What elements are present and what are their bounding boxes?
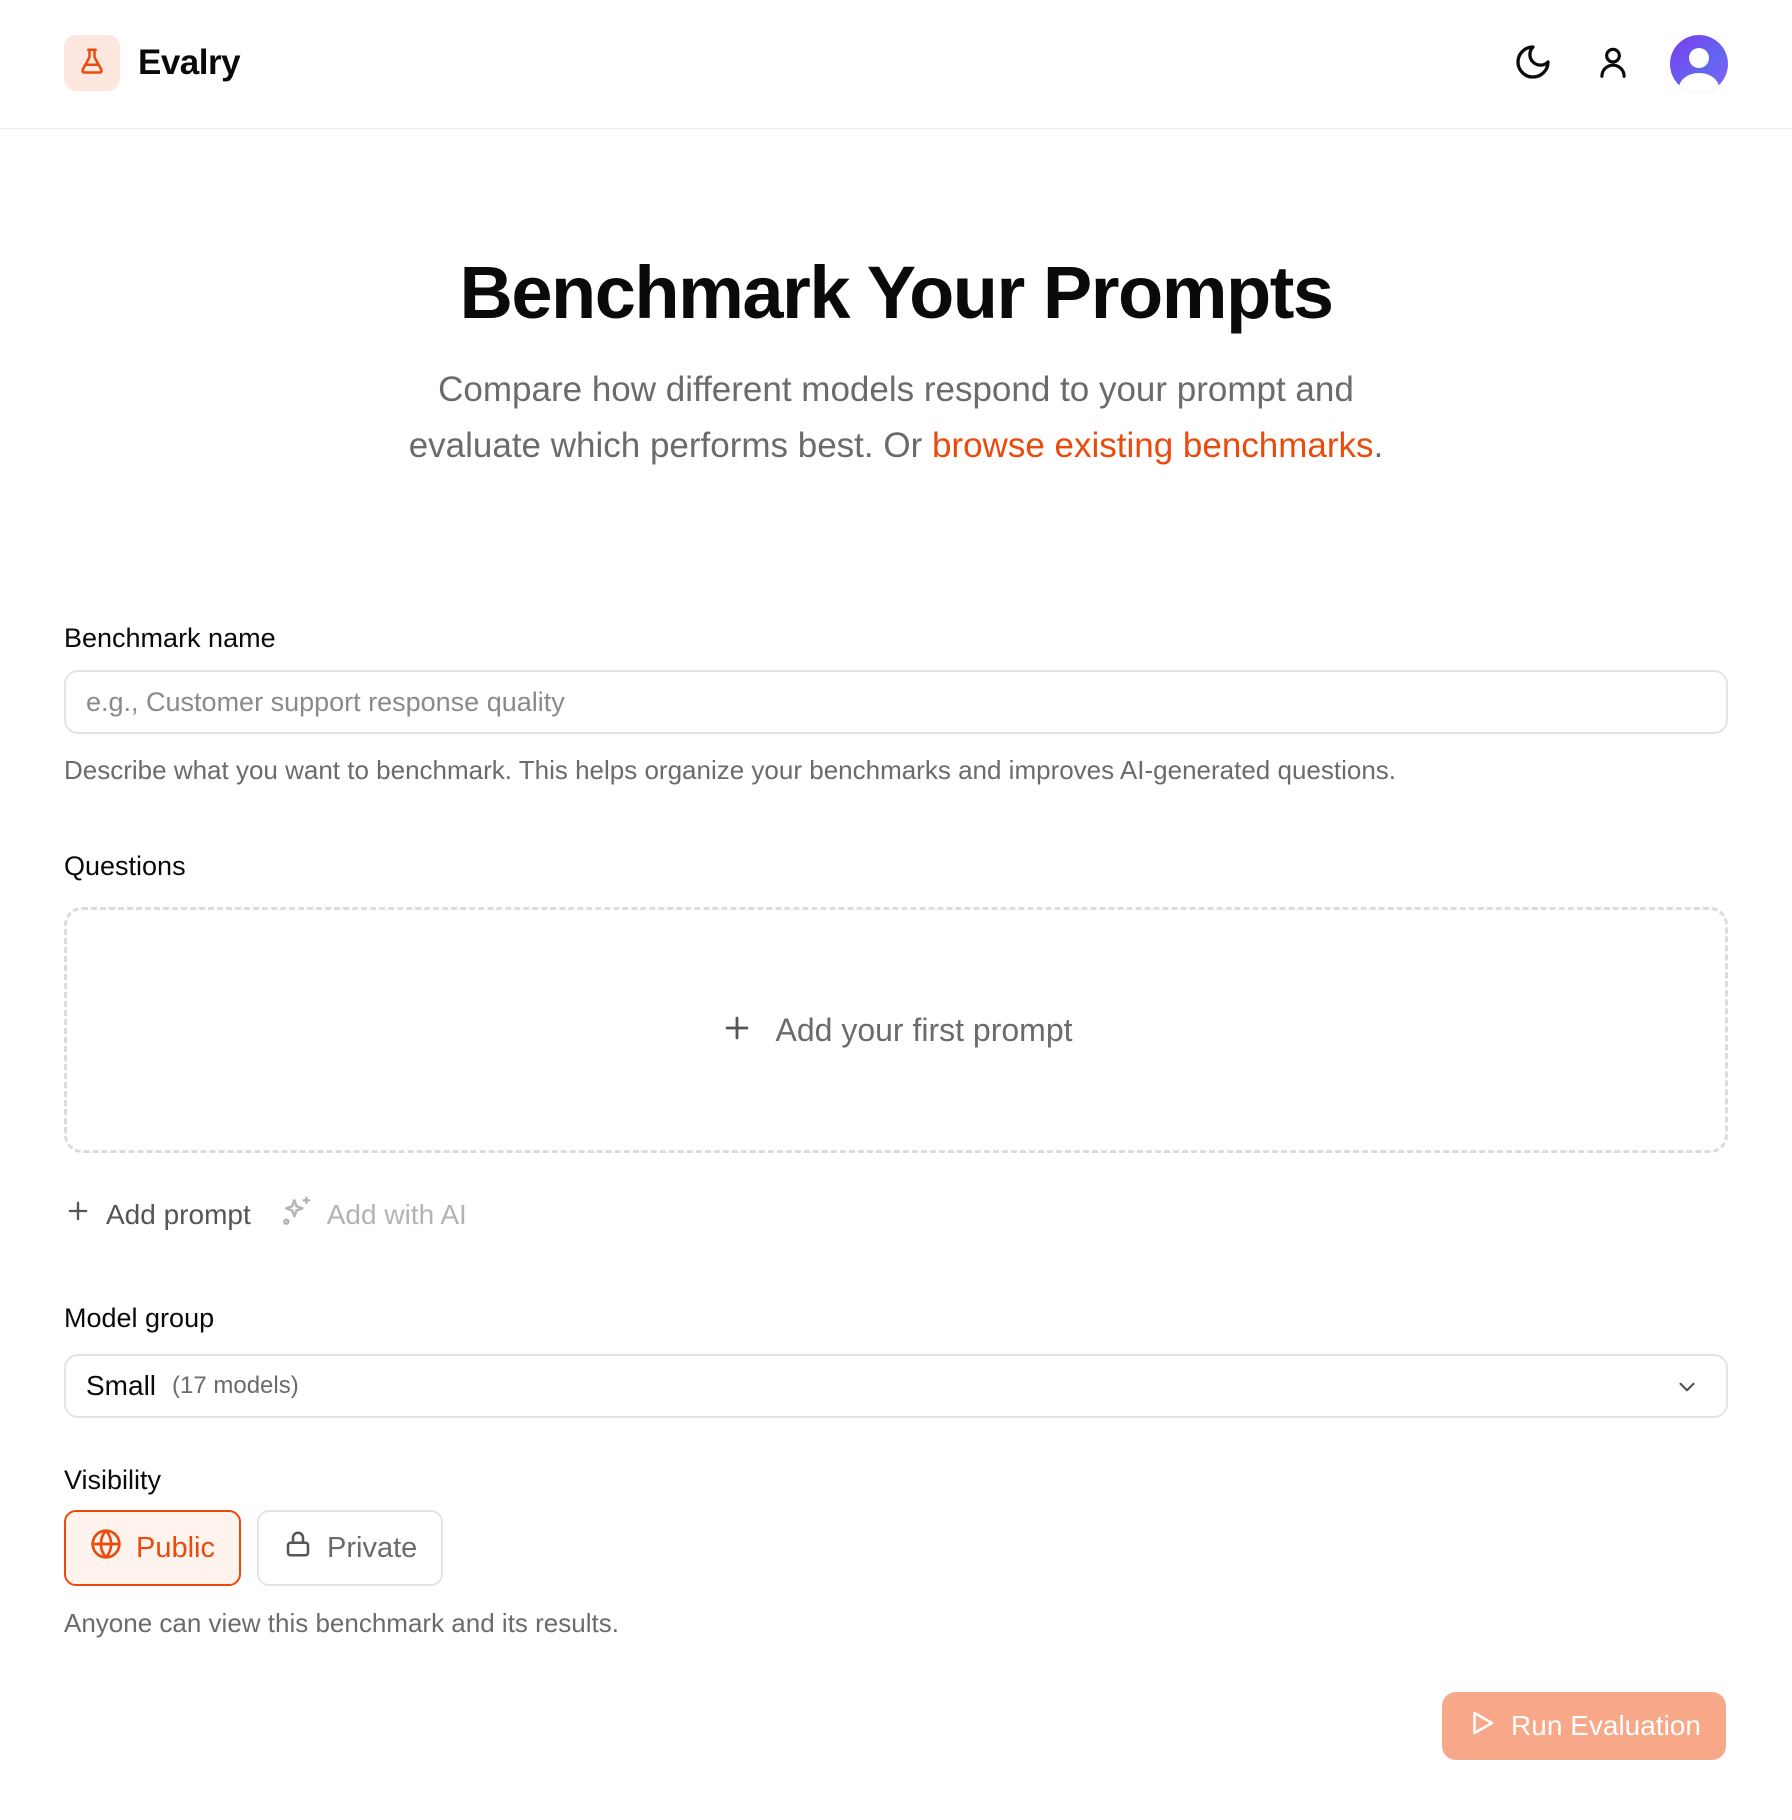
model-group-label: Model group xyxy=(64,1303,215,1333)
browse-benchmarks-link[interactable]: browse existing benchmarks xyxy=(932,426,1374,465)
header-actions xyxy=(1510,35,1728,93)
lock-icon xyxy=(283,1529,313,1567)
chevron-down-icon xyxy=(1674,1374,1700,1405)
visibility-private-button[interactable]: Private xyxy=(257,1510,444,1586)
brand[interactable]: Evalry xyxy=(64,35,241,91)
moon-icon xyxy=(1513,42,1553,87)
avatar[interactable] xyxy=(1670,35,1728,93)
user-icon xyxy=(1594,43,1632,86)
benchmark-name-help: Describe what you want to benchmark. Thi… xyxy=(64,755,1397,785)
page-subtitle: Compare how different models respond to … xyxy=(396,362,1396,474)
plus-icon xyxy=(720,1011,754,1050)
globe-icon xyxy=(90,1528,122,1568)
visibility-help: Anyone can view this benchmark and its r… xyxy=(64,1608,619,1638)
add-with-ai-label: Add with AI xyxy=(326,1198,467,1230)
add-prompt-label: Add prompt xyxy=(106,1198,251,1230)
add-prompt-button[interactable]: Add prompt xyxy=(64,1197,251,1232)
benchmark-name-field xyxy=(64,670,1728,734)
avatar-head xyxy=(1689,48,1709,68)
app-name: Evalry xyxy=(138,43,241,82)
model-group-select[interactable]: Small (17 models) xyxy=(64,1354,1728,1418)
visibility-private-label: Private xyxy=(327,1531,418,1564)
run-evaluation-label: Run Evaluation xyxy=(1511,1710,1701,1741)
add-first-prompt-text: Add your first prompt xyxy=(775,1011,1073,1048)
model-group-value: Small xyxy=(86,1370,157,1401)
visibility-label: Visibility xyxy=(64,1465,162,1495)
run-evaluation-button[interactable]: Run Evaluation xyxy=(1442,1692,1726,1760)
questions-label: Questions xyxy=(64,851,186,881)
theme-toggle-button[interactable] xyxy=(1510,36,1556,92)
plus-icon xyxy=(64,1197,92,1232)
model-group-count: (17 models) xyxy=(172,1372,299,1399)
add-with-ai-button[interactable]: Add with AI xyxy=(281,1195,467,1234)
top-bar: Evalry xyxy=(0,0,1792,129)
avatar-body xyxy=(1679,73,1719,93)
sparkles-icon xyxy=(281,1195,313,1234)
add-first-prompt-dropzone[interactable]: Add your first prompt xyxy=(64,907,1728,1153)
question-actions: Add prompt Add with AI xyxy=(64,1195,467,1234)
profile-button[interactable] xyxy=(1590,36,1636,92)
benchmark-name-label: Benchmark name xyxy=(64,623,276,653)
subtitle-end: . xyxy=(1373,426,1384,465)
visibility-public-label: Public xyxy=(136,1531,215,1564)
benchmark-name-input[interactable] xyxy=(66,672,1726,732)
visibility-public-button[interactable]: Public xyxy=(64,1510,241,1586)
visibility-options: Public Private xyxy=(64,1510,444,1586)
logo-badge xyxy=(64,35,120,91)
page-title: Benchmark Your Prompts xyxy=(459,251,1334,334)
flask-icon xyxy=(77,46,107,81)
play-icon xyxy=(1467,1708,1497,1745)
